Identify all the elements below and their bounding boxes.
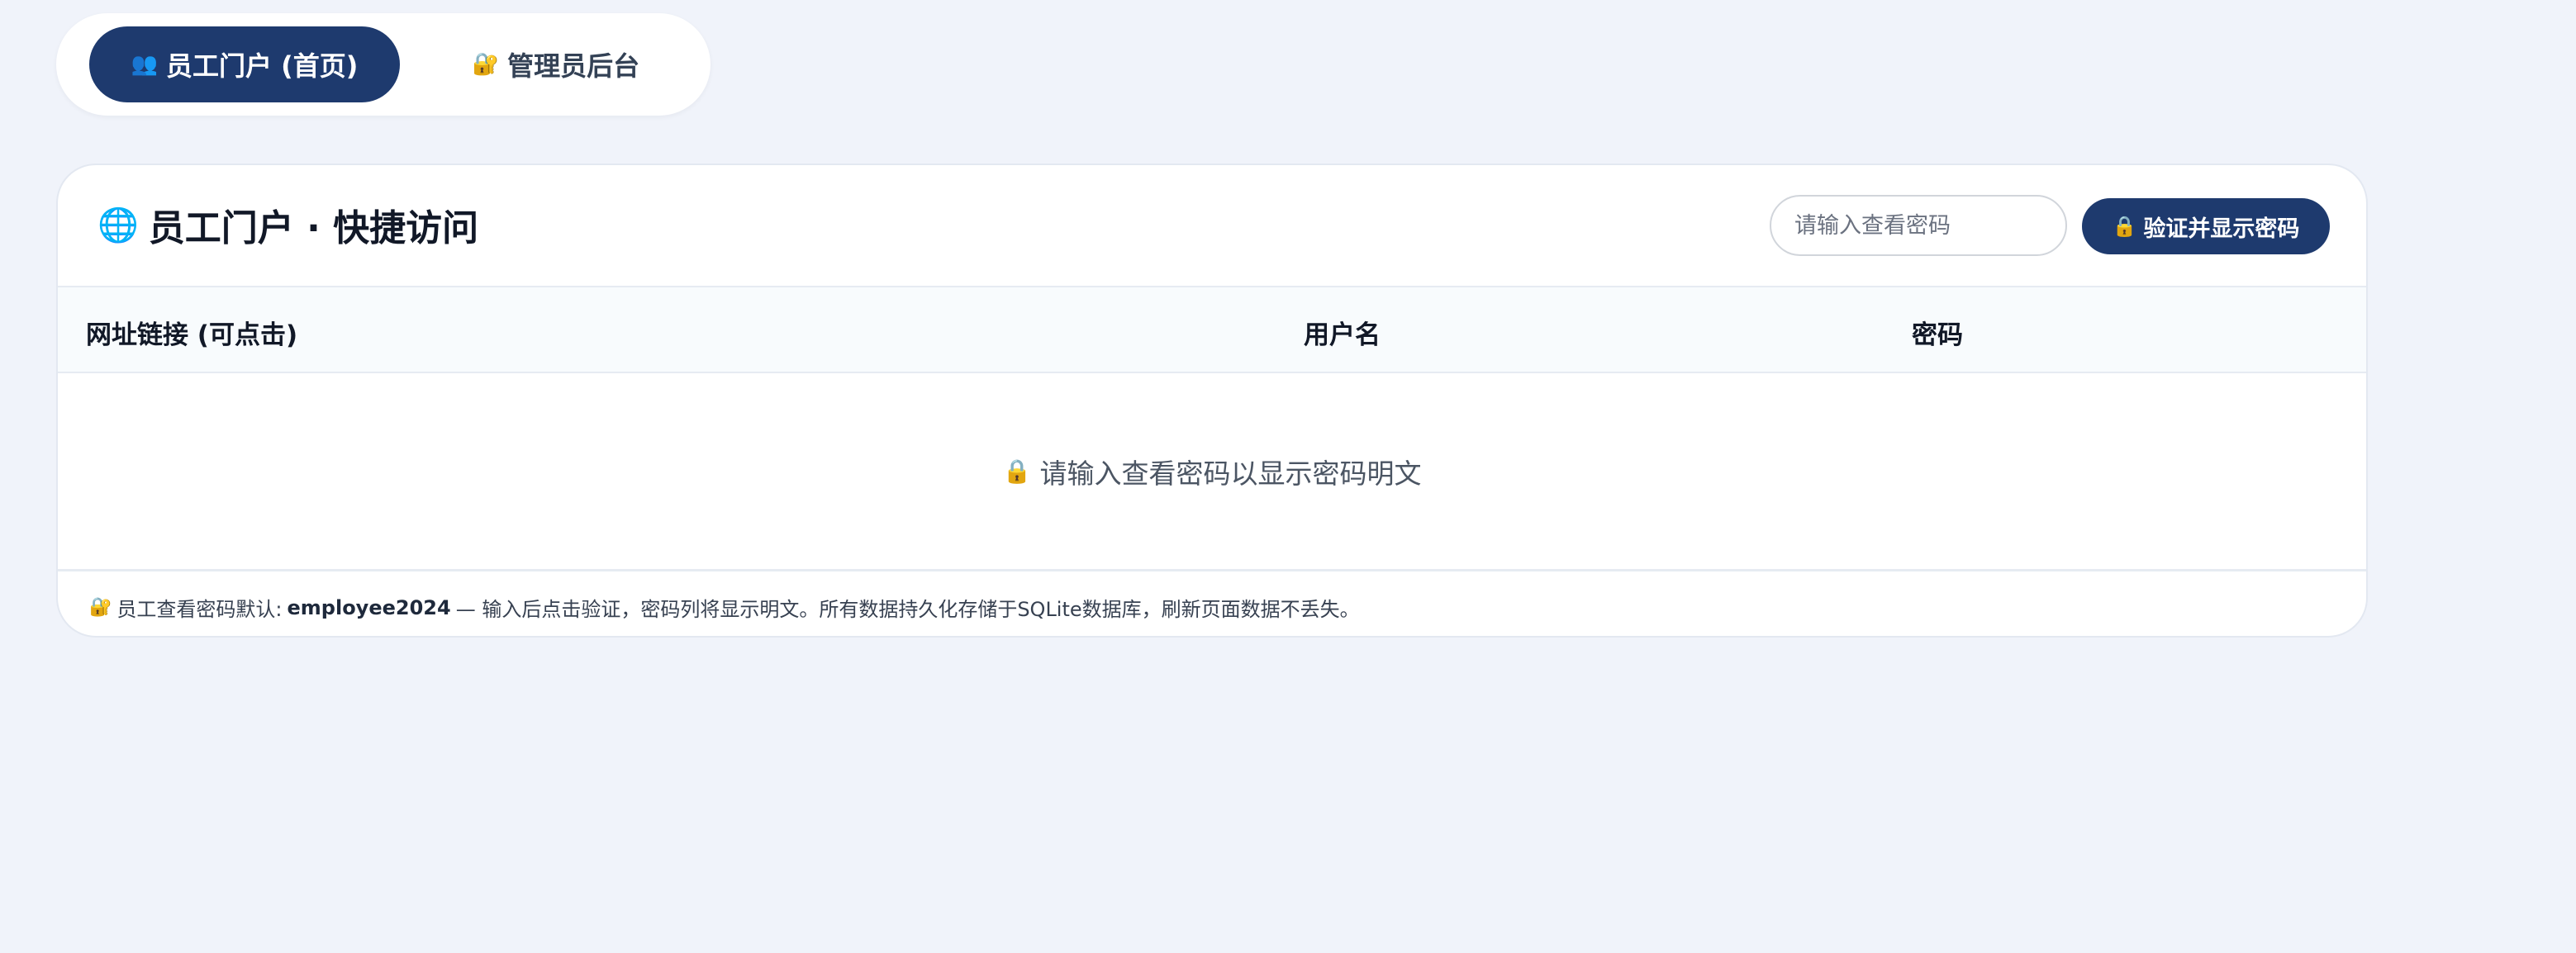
- table-header: 网址链接 (可点击) 用户名 密码: [58, 287, 2366, 373]
- quick-access-card: 🌐 员工门户 · 快捷访问 🔒 验证并显示密码 网址链接 (可点击) 用户名 密…: [56, 164, 2368, 638]
- users-icon: 👥: [131, 52, 158, 77]
- footer-prefix: 员工查看密码默认:: [116, 598, 283, 621]
- footer-suffix: — 输入后点击验证，密码列将显示明文。所有数据持久化存储于SQLite数据库，刷…: [455, 598, 1360, 621]
- view-password-input[interactable]: [1770, 195, 2067, 256]
- column-header-password: 密码: [1912, 320, 1963, 350]
- lock-icon: 🔒: [1002, 458, 1032, 485]
- verify-button-label: 验证并显示密码: [2143, 216, 2300, 242]
- page-title-text: 员工门户 · 快捷访问: [148, 207, 479, 249]
- empty-state-message: 请输入查看密码以显示密码明文: [1039, 457, 1422, 490]
- globe-icon: 🌐: [97, 206, 139, 244]
- footer-note: 🔐 员工查看密码默认: employee2024 — 输入后点击验证，密码列将显…: [89, 593, 1360, 622]
- lock-key-icon: 🔐: [472, 52, 500, 77]
- tab-admin-backend[interactable]: 🔐 管理员后台: [444, 26, 668, 102]
- default-password-value: employee2024: [287, 595, 451, 619]
- column-header-username: 用户名: [1304, 320, 1381, 350]
- column-header-url: 网址链接 (可点击): [86, 320, 298, 350]
- lock-key-icon: 🔐: [89, 597, 112, 618]
- page-title: 🌐 员工门户 · 快捷访问: [97, 198, 478, 251]
- top-tab-bar: 👥 员工门户 (首页) 🔐 管理员后台: [56, 13, 711, 116]
- tab-employee-portal-label: 员工门户 (首页): [165, 50, 359, 82]
- tab-admin-backend-label: 管理员后台: [507, 50, 640, 82]
- lock-icon: 🔒: [2112, 215, 2137, 238]
- tab-employee-portal[interactable]: 👥 员工门户 (首页): [89, 26, 400, 102]
- table-empty-state: 🔒 请输入查看密码以显示密码明文: [58, 373, 2366, 571]
- card-header: 🌐 员工门户 · 快捷访问 🔒 验证并显示密码: [58, 165, 2366, 287]
- verify-show-password-button[interactable]: 🔒 验证并显示密码: [2082, 198, 2330, 254]
